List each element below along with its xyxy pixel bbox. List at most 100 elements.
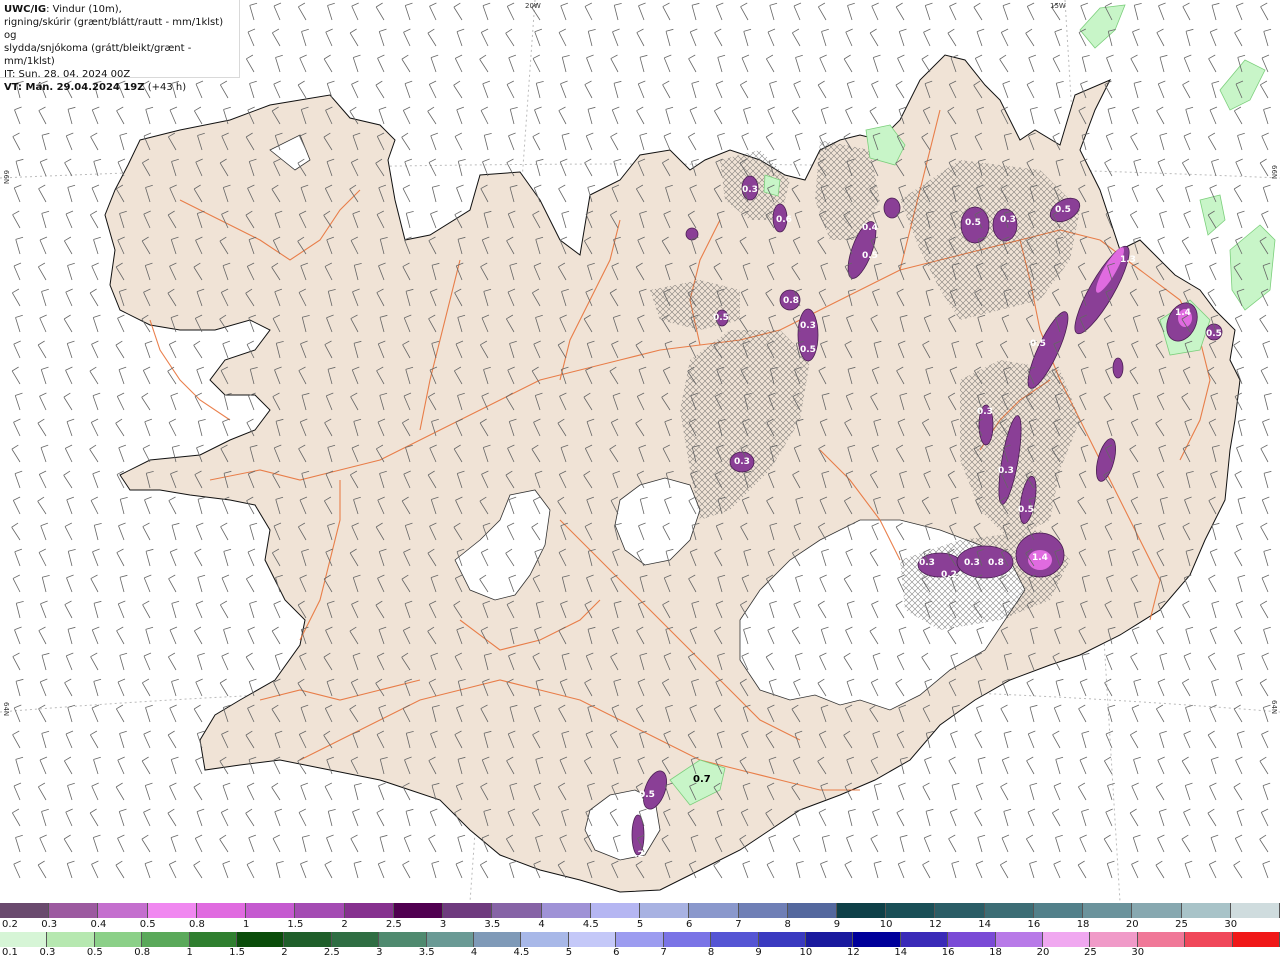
wind-barb xyxy=(1262,860,1271,879)
wind-barb xyxy=(1260,2,1269,21)
wind-barb xyxy=(63,236,73,255)
wind-barb xyxy=(1028,54,1037,73)
wind-barb xyxy=(1001,834,1010,853)
wind-barb xyxy=(248,834,257,853)
wind-barb xyxy=(40,600,48,619)
wind-barb xyxy=(1262,704,1271,723)
wind-barb xyxy=(275,860,284,879)
wind-barb xyxy=(1234,314,1243,333)
wind-barb xyxy=(1105,730,1114,749)
wind-barb xyxy=(560,2,569,21)
wind-barb xyxy=(793,2,802,21)
wind-barb xyxy=(924,756,932,775)
scale-swatch xyxy=(805,932,854,947)
wind-barb xyxy=(687,132,697,151)
wind-barb xyxy=(717,132,725,151)
wind-barb xyxy=(1184,782,1193,801)
wind-barb xyxy=(141,678,151,697)
wind-barb xyxy=(898,28,907,47)
wind-barb xyxy=(689,106,698,125)
wind-barb xyxy=(483,132,492,151)
wind-barb xyxy=(1260,444,1269,463)
snow-label: 0.5 xyxy=(1030,339,1046,349)
wind-barb xyxy=(1079,756,1088,775)
scale-swatch xyxy=(738,903,788,918)
wind-barb xyxy=(12,132,21,151)
wind-barb xyxy=(142,522,151,541)
scale-swatch xyxy=(0,903,50,918)
wind-barb xyxy=(739,80,749,99)
wind-barb xyxy=(37,496,47,515)
wind-barb xyxy=(193,626,203,645)
wind-barb xyxy=(115,340,125,359)
wind-barb xyxy=(427,106,437,125)
wind-barb xyxy=(431,184,440,203)
wind-barb xyxy=(91,184,100,203)
wind-barb xyxy=(791,28,801,47)
wind-barb xyxy=(351,80,359,99)
wind-barb xyxy=(999,860,1009,879)
scale-label: 4 xyxy=(470,947,478,958)
wind-barb xyxy=(272,834,281,853)
wind-barb xyxy=(611,106,620,125)
wind-barb xyxy=(245,54,255,73)
wind-barb xyxy=(352,54,361,73)
wind-barb xyxy=(327,2,335,21)
scale-swatch xyxy=(689,903,739,918)
wind-barb xyxy=(65,366,73,385)
wind-barb xyxy=(247,626,255,645)
scale-swatch xyxy=(147,903,197,918)
wind-barb xyxy=(1132,28,1140,47)
wind-barb xyxy=(715,80,724,99)
wind-barb xyxy=(64,444,73,463)
wind-barb xyxy=(1129,210,1139,229)
wind-barb xyxy=(456,184,464,203)
wind-barb xyxy=(92,834,101,853)
wind-barb xyxy=(691,80,700,99)
wind-barb xyxy=(973,2,983,21)
wind-barb xyxy=(637,80,646,99)
wind-barb xyxy=(1211,80,1220,99)
scale-label: 16 xyxy=(1027,919,1041,930)
wind-barb xyxy=(1237,652,1245,671)
scale-swatch xyxy=(1083,903,1133,918)
wind-barb xyxy=(922,782,931,801)
scale-label: 2.5 xyxy=(385,919,402,930)
wind-barb xyxy=(817,2,827,21)
scale-label: 20 xyxy=(1125,919,1139,930)
rain-scale-labels: 0.1 0.3 0.5 0.8 1 1.5 2 2.5 3 3.5 4 4.5 5 6 7 8 9 10 12 14 1… xyxy=(0,947,1280,959)
snow-label: 0.5 xyxy=(1055,205,1071,215)
wind-barb xyxy=(665,28,674,47)
wind-barb xyxy=(1208,574,1217,593)
wind-barb xyxy=(93,756,101,775)
wind-barb xyxy=(482,158,490,177)
wind-barb xyxy=(353,860,362,879)
wind-barb xyxy=(90,418,99,437)
scale-swatch xyxy=(758,932,806,947)
wind-barb xyxy=(145,548,154,567)
wind-barb xyxy=(66,860,75,879)
wind-barb xyxy=(349,28,359,47)
wind-barb xyxy=(1261,210,1269,229)
wind-barb xyxy=(220,522,229,541)
wind-barb xyxy=(324,860,333,879)
wind-barb xyxy=(1235,678,1243,697)
wind-barb xyxy=(171,522,180,541)
wind-barb xyxy=(375,2,385,21)
wind-barb xyxy=(271,626,281,645)
wind-barb xyxy=(793,80,801,99)
wind-barb xyxy=(1107,704,1116,723)
wind-barb xyxy=(1029,860,1037,879)
wind-barb xyxy=(1156,28,1165,47)
wind-barb xyxy=(587,106,596,125)
scale-swatch xyxy=(0,932,48,947)
wind-barb xyxy=(116,548,125,567)
wind-barb xyxy=(714,28,723,47)
wind-barb xyxy=(378,106,387,125)
wind-barb xyxy=(975,782,984,801)
wind-barb xyxy=(90,496,99,515)
wind-barb xyxy=(430,210,438,229)
wind-barb xyxy=(37,262,47,281)
wind-barb xyxy=(713,860,723,879)
wind-barb xyxy=(115,782,125,801)
